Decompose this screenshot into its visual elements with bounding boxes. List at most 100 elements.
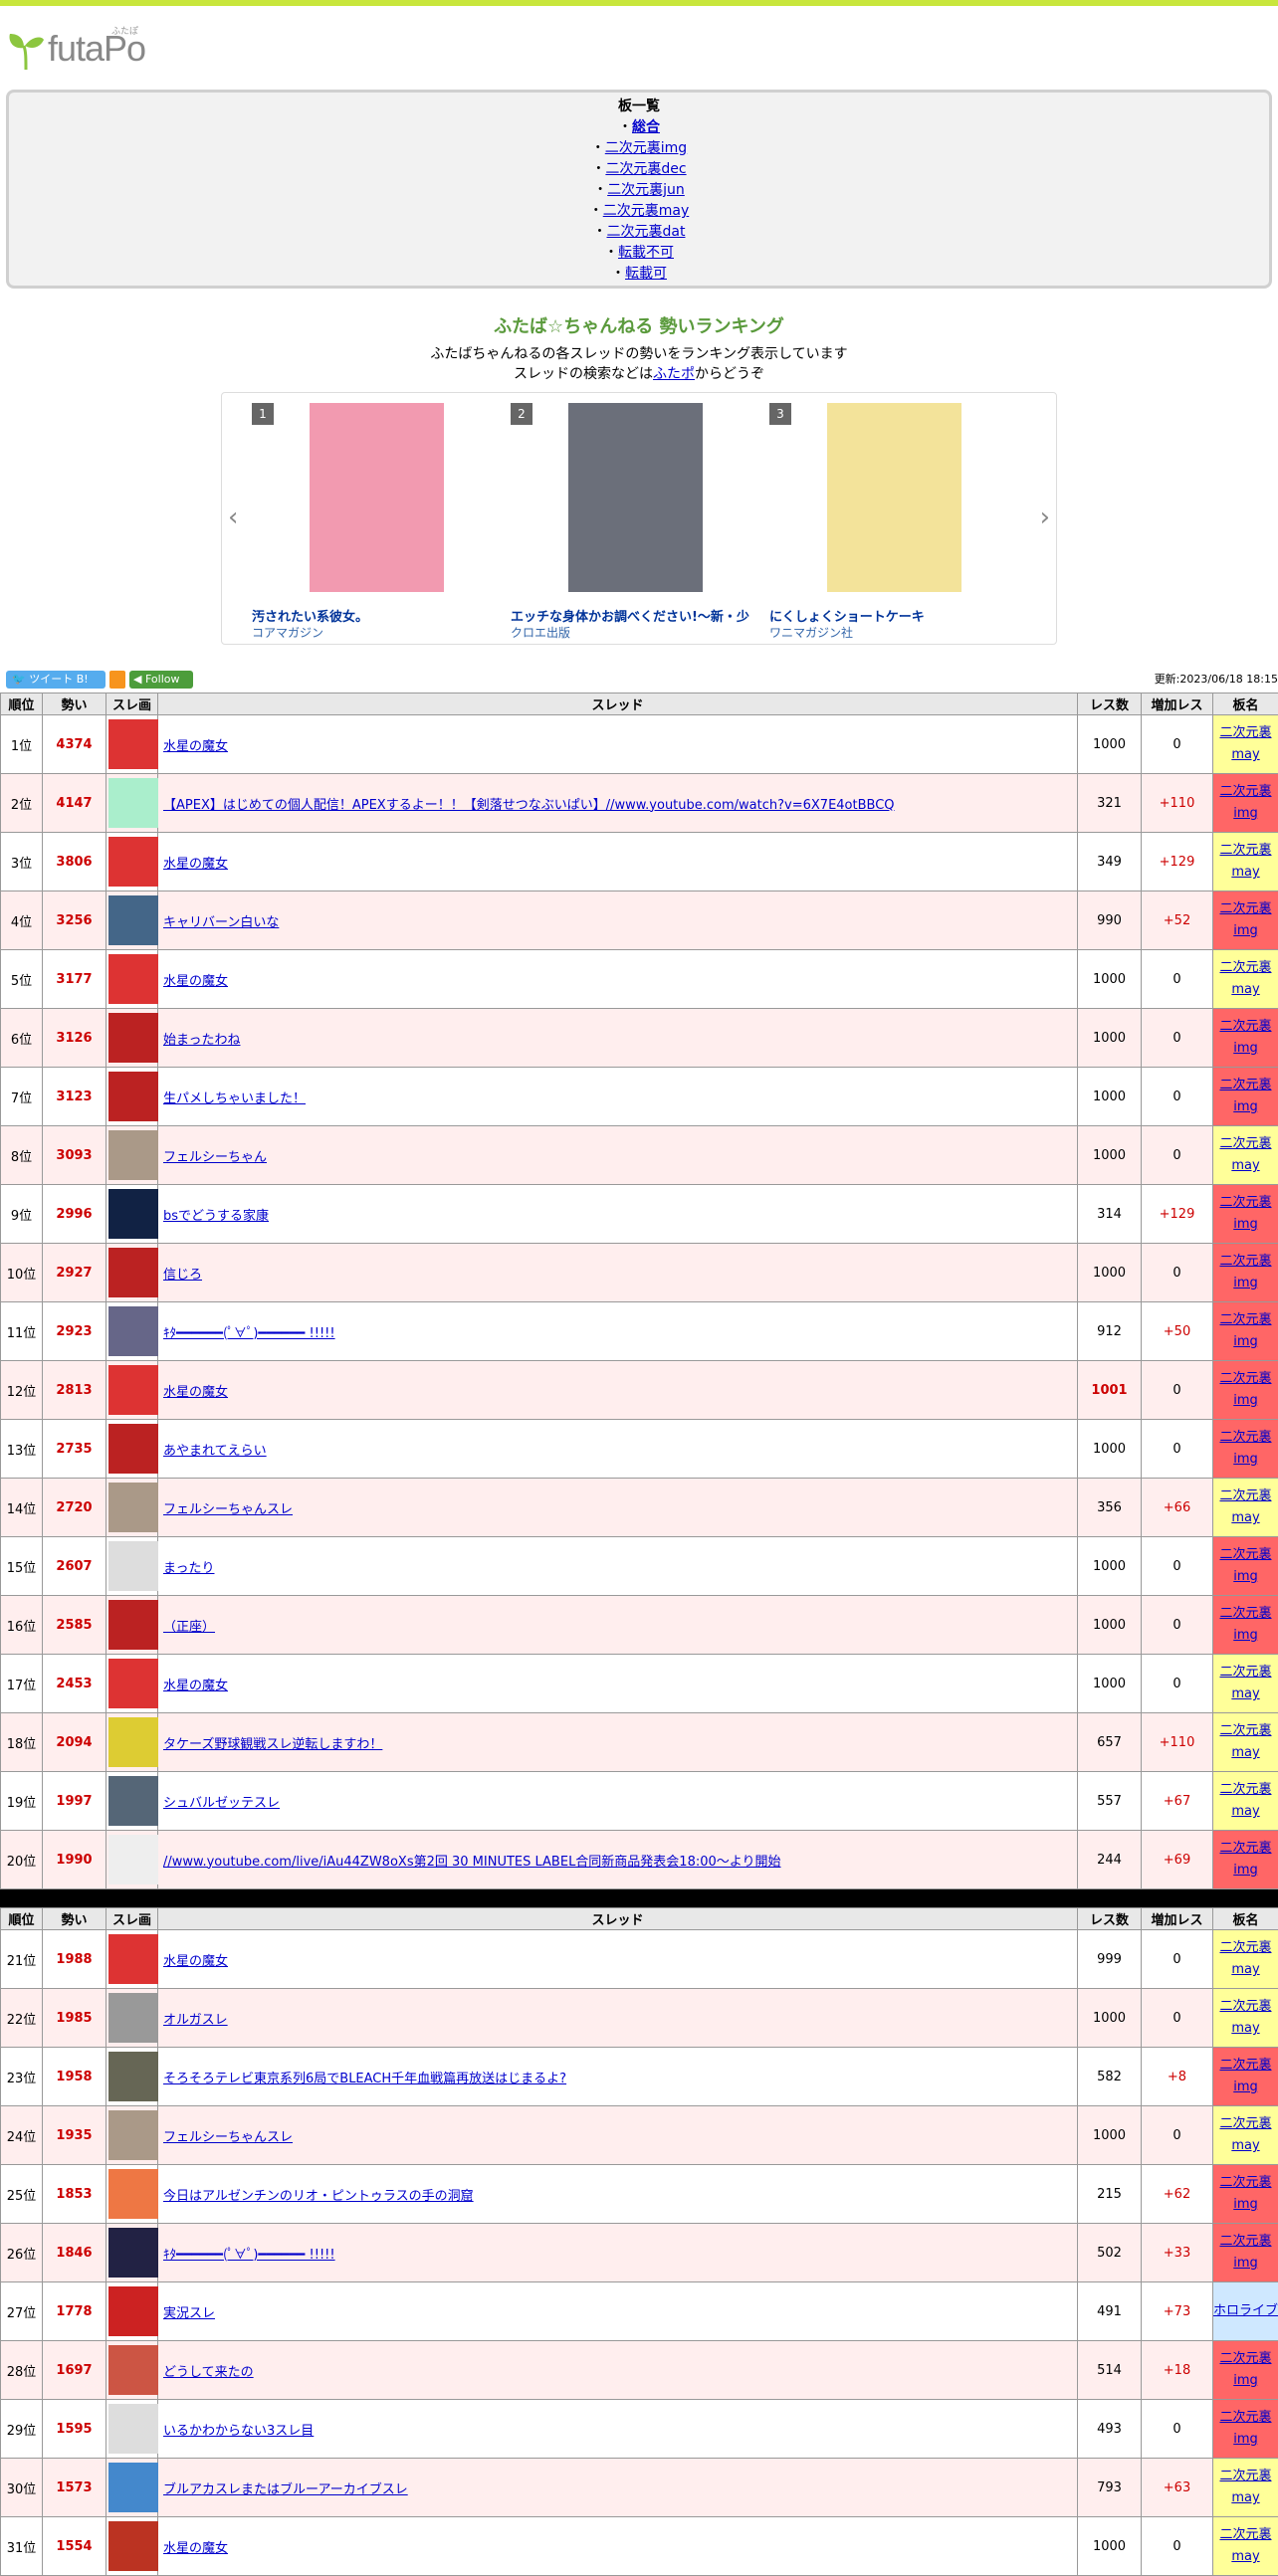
board-name-link[interactable]: 二次元裏may: [1219, 1665, 1271, 1701]
thread-link[interactable]: フェルシーちゃん: [163, 1150, 267, 1165]
thread-link[interactable]: bsでどうする家康: [163, 1209, 269, 1224]
thread-thumbnail[interactable]: [108, 1424, 158, 1474]
book-cover[interactable]: [827, 403, 961, 592]
thread-thumbnail[interactable]: [108, 1600, 158, 1650]
thread-thumbnail[interactable]: [108, 895, 158, 945]
thread-thumbnail[interactable]: [108, 1365, 158, 1415]
thread-thumbnail[interactable]: [108, 1072, 158, 1121]
board-name-link[interactable]: 二次元裏may: [1219, 2116, 1271, 2153]
board-name-link[interactable]: 二次元裏may: [1219, 1999, 1271, 2036]
thread-thumbnail[interactable]: [108, 1835, 158, 1884]
thread-link[interactable]: あやまれてえらい: [163, 1444, 267, 1459]
site-logo[interactable]: futaPo ふたぽ: [0, 6, 1278, 82]
board-link-repost[interactable]: 転載可: [625, 266, 667, 282]
thread-link[interactable]: フェルシーちゃんスレ: [163, 2130, 293, 2145]
board-name-link[interactable]: 二次元裏img: [1219, 1312, 1271, 1349]
rss-icon[interactable]: [109, 671, 125, 689]
board-name-link[interactable]: 二次元裏img: [1219, 2058, 1271, 2094]
book-cover[interactable]: [310, 403, 444, 592]
thread-link[interactable]: 水星の魔女: [163, 1954, 228, 1969]
thread-link[interactable]: 生パメしちゃいました！: [163, 1091, 306, 1106]
thread-link[interactable]: タケーズ野球観戦スレ逆転しますわ！: [163, 1737, 382, 1752]
thread-link[interactable]: 水星の魔女: [163, 1385, 228, 1400]
thread-thumbnail[interactable]: [108, 1993, 158, 2043]
thread-thumbnail[interactable]: [108, 2169, 158, 2219]
thread-link[interactable]: ｷﾀ━━━━━━(ﾟ∀ﾟ)━━━━━━ !!!!!: [163, 2248, 335, 2263]
carousel-item[interactable]: 2エッチな身体かお調べください!～新・少クロエ出版: [511, 403, 749, 642]
thread-thumbnail[interactable]: [108, 2286, 158, 2336]
thread-link[interactable]: フェルシーちゃんスレ: [163, 1502, 293, 1517]
board-link-may[interactable]: 二次元裏may: [603, 203, 690, 219]
board-name-link[interactable]: 二次元裏img: [1219, 1606, 1271, 1643]
thread-link[interactable]: いるかわからない3スレ目: [163, 2424, 314, 2439]
thread-thumbnail[interactable]: [108, 1541, 158, 1591]
board-name-link[interactable]: 二次元裏may: [1219, 2469, 1271, 2505]
tweet-button[interactable]: 🐦 ツイート B!: [6, 671, 106, 689]
thread-link[interactable]: 水星の魔女: [163, 857, 228, 872]
thread-thumbnail[interactable]: [108, 1248, 158, 1297]
thread-thumbnail[interactable]: [108, 1306, 158, 1356]
thread-link[interactable]: 実況スレ: [163, 2306, 215, 2321]
thread-thumbnail[interactable]: [108, 1776, 158, 1826]
board-name-link[interactable]: 二次元裏may: [1219, 1723, 1271, 1760]
carousel-item[interactable]: 3にくしょくショートケーキワニマガジン社: [769, 403, 1008, 642]
thread-link[interactable]: どうして来たの: [163, 2365, 254, 2380]
board-name-link[interactable]: 二次元裏may: [1219, 2527, 1271, 2564]
carousel-item[interactable]: 1汚されたい系彼女。コアマガジン: [252, 403, 491, 642]
board-link-img[interactable]: 二次元裏img: [605, 140, 687, 156]
thread-link[interactable]: //www.youtube.com/live/iAu44ZW8oXs第2回 30…: [163, 1855, 781, 1870]
thread-link[interactable]: キャリバーン白いな: [163, 915, 279, 930]
thread-link[interactable]: オルガスレ: [163, 2013, 228, 2028]
thread-thumbnail[interactable]: [108, 1130, 158, 1180]
futapo-link[interactable]: ふたポ: [653, 366, 695, 382]
thread-thumbnail[interactable]: [108, 2404, 158, 2454]
thread-thumbnail[interactable]: [108, 1934, 158, 1984]
thread-link[interactable]: そろそろテレビ東京系列6局でBLEACH千年血戦篇再放送はじまるよ?: [163, 2072, 566, 2086]
board-name-link[interactable]: 二次元裏may: [1219, 960, 1271, 997]
board-name-link[interactable]: 二次元裏img: [1219, 2410, 1271, 2447]
board-name-link[interactable]: 二次元裏may: [1219, 725, 1271, 762]
board-link-jun[interactable]: 二次元裏jun: [607, 182, 685, 198]
thread-thumbnail[interactable]: [108, 2228, 158, 2278]
board-name-link[interactable]: 二次元裏img: [1219, 2234, 1271, 2271]
board-name-link[interactable]: 二次元裏img: [1219, 1195, 1271, 1232]
thread-thumbnail[interactable]: [108, 2052, 158, 2101]
thread-thumbnail[interactable]: [108, 778, 158, 828]
thread-thumbnail[interactable]: [108, 1659, 158, 1708]
thread-link[interactable]: 始まったわね: [163, 1033, 240, 1048]
board-link-no-repost[interactable]: 転載不可: [618, 245, 674, 261]
board-name-link[interactable]: 二次元裏img: [1219, 784, 1271, 821]
board-name-link[interactable]: 二次元裏img: [1219, 2175, 1271, 2212]
thread-link[interactable]: （正座）: [163, 1620, 215, 1635]
thread-link[interactable]: 水星の魔女: [163, 739, 228, 754]
board-name-link[interactable]: 二次元裏img: [1219, 1430, 1271, 1467]
board-link-dat[interactable]: 二次元裏dat: [607, 224, 686, 240]
book-title[interactable]: にくしょくショートケーキ: [769, 606, 1018, 625]
board-name-link[interactable]: 二次元裏img: [1219, 1547, 1271, 1584]
thread-thumbnail[interactable]: [108, 837, 158, 887]
board-name-link[interactable]: 二次元裏img: [1219, 1841, 1271, 1878]
board-name-link[interactable]: 二次元裏img: [1219, 2351, 1271, 2388]
board-name-link[interactable]: 二次元裏img: [1219, 1254, 1271, 1290]
thread-link[interactable]: ｷﾀ━━━━━━(ﾟ∀ﾟ)━━━━━━ !!!!!: [163, 1326, 335, 1341]
board-name-link[interactable]: 二次元裏may: [1219, 1782, 1271, 1819]
thread-thumbnail[interactable]: [108, 2463, 158, 2512]
thread-thumbnail[interactable]: [108, 1717, 158, 1767]
thread-link[interactable]: 信じろ: [163, 1268, 202, 1283]
book-title[interactable]: 汚されたい系彼女。: [252, 606, 501, 625]
thread-link[interactable]: 水星の魔女: [163, 974, 228, 989]
board-link-all[interactable]: 総合: [632, 119, 660, 135]
book-cover[interactable]: [568, 403, 703, 592]
board-name-link[interactable]: 二次元裏may: [1219, 1488, 1271, 1525]
thread-thumbnail[interactable]: [108, 2345, 158, 2395]
thread-thumbnail[interactable]: [108, 1483, 158, 1532]
thread-link[interactable]: シュバルゼッテスレ: [163, 1796, 280, 1811]
thread-thumbnail[interactable]: [108, 719, 158, 769]
thread-link[interactable]: 今日はアルゼンチンのリオ・ピントゥラスの手の洞窟: [163, 2189, 474, 2204]
thread-thumbnail[interactable]: [108, 1013, 158, 1063]
thread-link[interactable]: 水星の魔女: [163, 1679, 228, 1693]
board-name-link[interactable]: 二次元裏may: [1219, 1136, 1271, 1173]
board-name-link[interactable]: 二次元裏img: [1219, 1078, 1271, 1114]
carousel-next-icon[interactable]: ›: [1040, 502, 1050, 532]
board-name-link[interactable]: ホロライブ: [1213, 2303, 1278, 2318]
